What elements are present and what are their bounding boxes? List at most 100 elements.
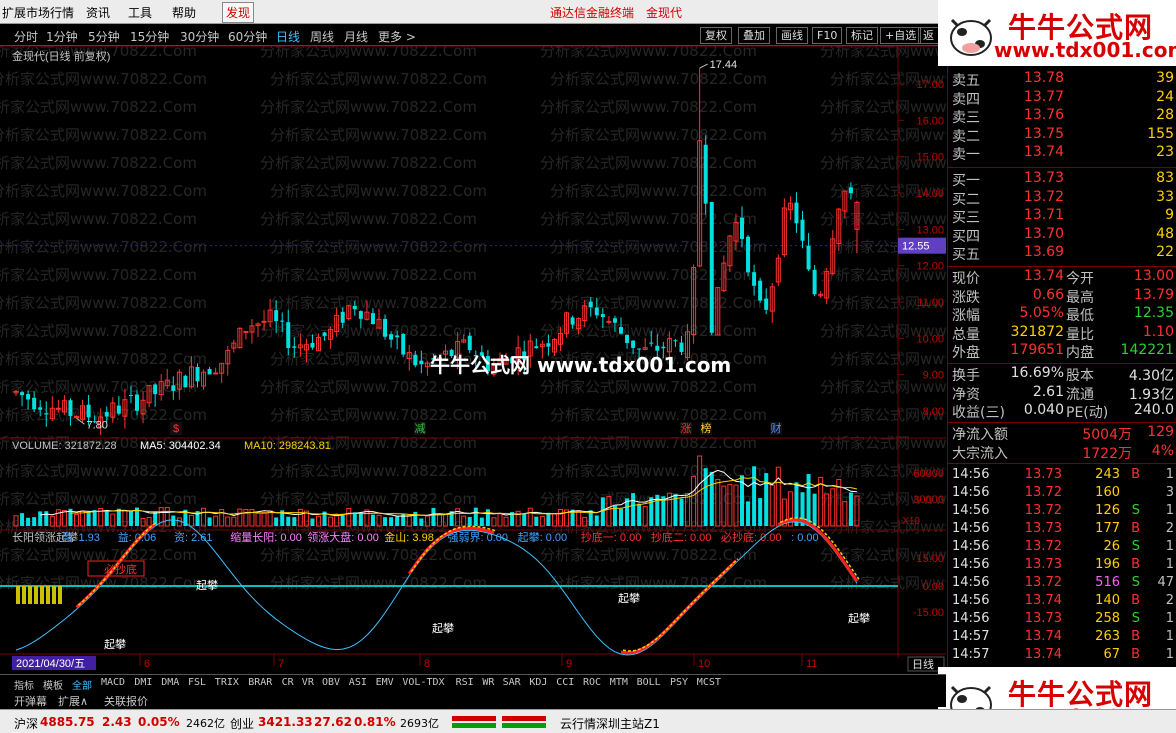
watermark-text: 分析家公式网www.70822.Com — [270, 462, 487, 480]
tab-asi[interactable]: ASI — [349, 677, 367, 688]
month-label: 6 — [144, 658, 150, 670]
menu-tools[interactable]: 工具 — [128, 4, 152, 21]
period-4[interactable]: 30分钟 — [180, 28, 219, 45]
tab-dmi[interactable]: DMI — [134, 677, 152, 688]
server-name[interactable]: 云行情深圳主站Z1 — [560, 715, 660, 732]
month-label: 7 — [278, 658, 284, 670]
tick-volume: 196 — [1095, 557, 1120, 572]
toolbar-button-0[interactable]: 复权 — [700, 27, 732, 44]
toolbar-button-2[interactable]: 画线 — [776, 27, 808, 44]
candle-body — [86, 404, 91, 418]
period-7[interactable]: 周线 — [310, 28, 334, 45]
volume-bar — [207, 517, 212, 526]
tab-psy[interactable]: PSY — [670, 677, 688, 688]
watermark-text: 分析家公式网www.70822.Com — [260, 266, 477, 284]
tab-dma[interactable]: DMA — [161, 677, 179, 688]
kline-chart[interactable]: 分析家公式网www.70822.Com 分析家公式网www.70822.Com 分析… — [0, 46, 946, 674]
tab-fsl[interactable]: FSL — [188, 677, 206, 688]
volume-axis-label: X10 — [902, 516, 920, 527]
tab-vol-tdx[interactable]: VOL-TDX — [402, 677, 444, 688]
tick-side: B — [1131, 467, 1140, 482]
candle-body — [32, 397, 37, 410]
tab-wr[interactable]: WR — [482, 677, 494, 688]
period-3[interactable]: 15分钟 — [130, 28, 169, 45]
tick-volume: 263 — [1095, 629, 1120, 644]
sell-row[interactable]: 卖三 13.76 28 — [952, 107, 1174, 126]
tick-volume: 177 — [1095, 521, 1120, 536]
menu-news[interactable]: 资讯 — [86, 4, 110, 21]
period-0[interactable]: 分时 — [14, 28, 38, 45]
sell-label: 卖一 — [952, 147, 980, 164]
tab-related-quote[interactable]: 关联报价 — [104, 693, 148, 709]
high-marker — [699, 63, 708, 69]
tick-time: 14:56 — [952, 575, 990, 590]
toolbar-button-6[interactable]: 返 — [918, 27, 939, 44]
sell-label: 卖四 — [952, 91, 980, 108]
stat-value: 13.00 — [1133, 268, 1174, 284]
cy-index-name[interactable]: 创业 — [230, 715, 254, 732]
flow-value: 1722万 — [1082, 445, 1132, 462]
tab-roc[interactable]: ROC — [583, 677, 601, 688]
tab-cr[interactable]: CR — [282, 677, 294, 688]
candle-body — [292, 346, 297, 348]
candle-body — [709, 201, 714, 333]
stat-row: 现价 13.74 今开 13.00 — [952, 268, 1174, 287]
period-6[interactable]: 日线 — [276, 28, 300, 45]
tab-emv[interactable]: EMV — [376, 677, 394, 688]
period-2[interactable]: 5分钟 — [88, 28, 120, 45]
sell-row[interactable]: 卖一 13.74 23 — [952, 144, 1174, 163]
menu-extended-market[interactable]: 扩展市场行情 — [2, 4, 74, 21]
tab-macd[interactable]: MACD — [101, 677, 125, 688]
tab-mcst[interactable]: MCST — [697, 677, 721, 688]
watermark-text: 分析家公式网www.70822.Com — [540, 210, 757, 228]
buy-row[interactable]: 买二 13.72 33 — [952, 189, 1174, 208]
tab-extend[interactable]: 扩展∧ — [58, 693, 88, 709]
period-9[interactable]: 更多 > — [378, 28, 416, 45]
volume-bar — [503, 516, 509, 527]
menu-help[interactable]: 帮助 — [172, 4, 196, 21]
divider — [948, 266, 1176, 267]
indicator-header-item: 抄底二: 0.00 — [651, 530, 712, 544]
buy-price: 13.69 — [1023, 244, 1064, 261]
candle-body — [619, 327, 623, 334]
tab-sar[interactable]: SAR — [503, 677, 521, 688]
tab-danmaku[interactable]: 开弹幕 — [14, 693, 47, 709]
period-5[interactable]: 60分钟 — [228, 28, 267, 45]
buy-row[interactable]: 买一 13.73 83 — [952, 170, 1174, 189]
sell-row[interactable]: 卖五 13.78 39 — [952, 70, 1174, 89]
sh-index-name[interactable]: 沪深 — [14, 715, 38, 732]
tab-全部[interactable]: 全部 — [72, 677, 92, 692]
toolbar-button-4[interactable]: 标记 — [846, 27, 878, 44]
tab-mtm[interactable]: MTM — [610, 677, 628, 688]
cy-index-value: 3421.33 — [258, 715, 313, 729]
toolbar-button-5[interactable]: +自选 — [880, 27, 922, 44]
buy-row[interactable]: 买三 13.71 9 — [952, 207, 1174, 226]
tick-time: 14:57 — [952, 629, 990, 644]
toolbar-button-3[interactable]: F10 — [812, 27, 843, 44]
tab-rsi[interactable]: RSI — [456, 677, 474, 688]
tick-row: 14:56 13.73 258 S 1 — [952, 611, 1174, 629]
qipan-label: 起攀 — [432, 622, 454, 635]
tab-vr[interactable]: VR — [302, 677, 314, 688]
volume-bar — [231, 516, 237, 527]
candle-body — [243, 330, 249, 333]
tab-obv[interactable]: OBV — [322, 677, 340, 688]
tab-boll[interactable]: BOLL — [637, 677, 661, 688]
toolbar-button-1[interactable]: 叠加 — [738, 27, 770, 44]
tick-count: 1 — [1165, 629, 1174, 644]
buy-row[interactable]: 买四 13.70 48 — [952, 226, 1174, 245]
tab-kdj[interactable]: KDJ — [529, 677, 547, 688]
sell-row[interactable]: 卖二 13.75 155 — [952, 126, 1174, 145]
menu-discover[interactable]: 发现 — [222, 2, 255, 23]
tab-模板[interactable]: 模板 — [43, 677, 63, 692]
tab-brar[interactable]: BRAR — [248, 677, 272, 688]
month-label: 8 — [424, 658, 430, 670]
tab-指标[interactable]: 指标 — [14, 677, 34, 692]
period-1[interactable]: 1分钟 — [46, 28, 78, 45]
volume-bar — [274, 517, 279, 526]
tab-cci[interactable]: CCI — [556, 677, 574, 688]
sell-row[interactable]: 卖四 13.77 24 — [952, 89, 1174, 108]
period-8[interactable]: 月线 — [344, 28, 368, 45]
buy-row[interactable]: 买五 13.69 22 — [952, 244, 1174, 263]
tab-trix[interactable]: TRIX — [215, 677, 239, 688]
